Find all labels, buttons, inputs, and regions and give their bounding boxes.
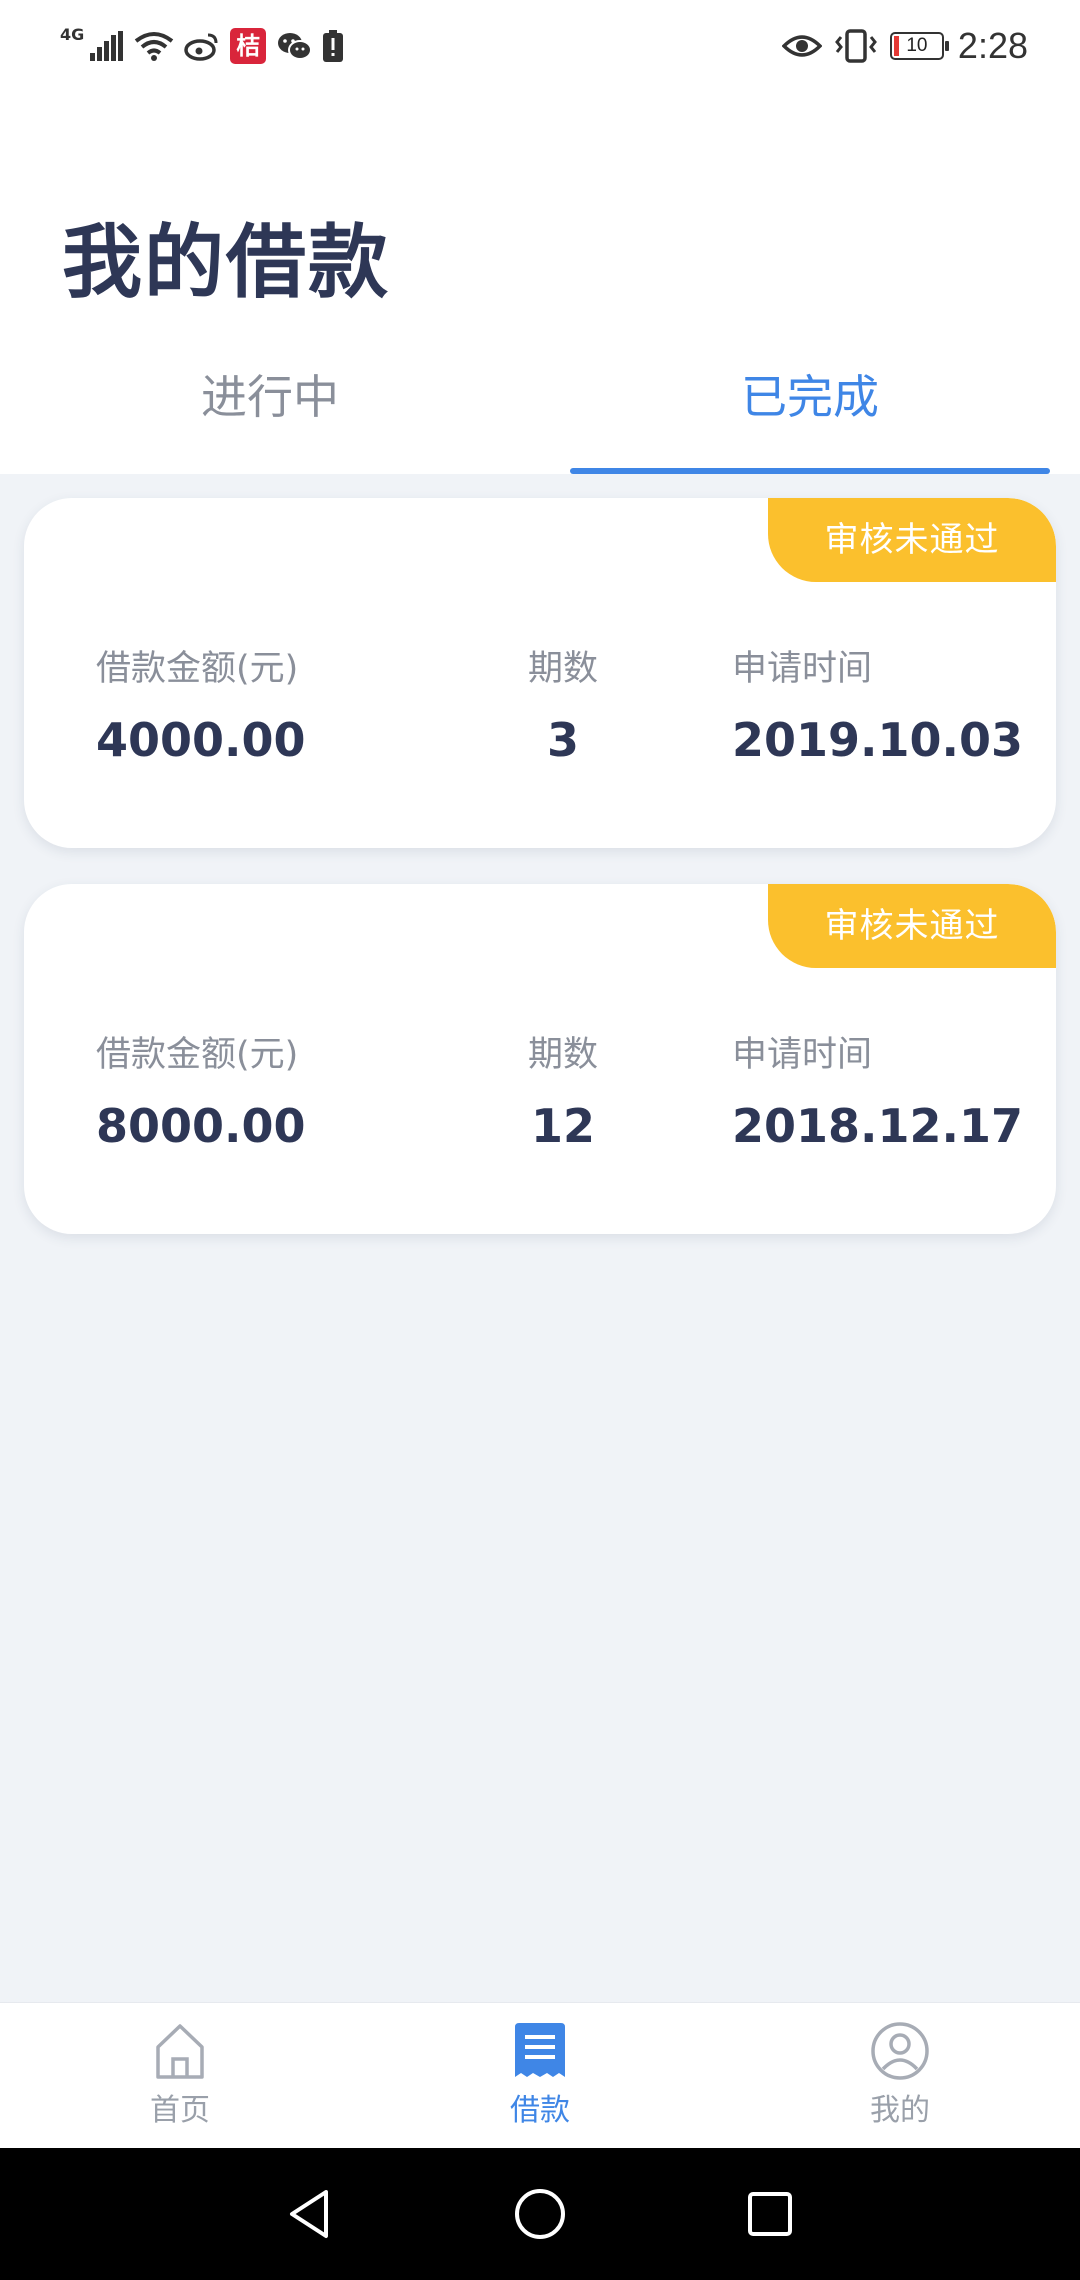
nav-label-mine: 我的 (870, 2093, 930, 2128)
status-badge: 审核未通过 (768, 498, 1056, 582)
loan-periods-label: 期数 (527, 1035, 598, 1075)
battery-level: 10 (906, 35, 928, 56)
status-bar-left: 4G 桔 (60, 22, 344, 70)
recent-apps-icon[interactable] (742, 2186, 798, 2242)
battery-alert-icon (322, 24, 344, 68)
wifi-icon (134, 24, 174, 68)
tab-active-indicator (570, 468, 1050, 474)
loan-periods-value: 3 (546, 713, 579, 767)
loan-date-label: 申请时间 (732, 649, 873, 689)
nav-item-home[interactable]: 首页 (80, 2003, 280, 2149)
loan-icon (515, 2023, 565, 2077)
loan-date-label: 申请时间 (732, 1035, 873, 1075)
bottom-nav: 首页 借款 我的 (0, 2002, 1080, 2148)
loan-date-field: 申请时间 2018.12.17 (732, 1026, 1023, 1153)
user-icon (871, 2022, 929, 2080)
home-circle-icon[interactable] (512, 2186, 568, 2242)
app-badge-icon: 桔 (230, 24, 267, 68)
eye-icon (781, 24, 822, 68)
loan-periods-label: 期数 (527, 649, 598, 689)
loan-amount-value: 8000.00 (96, 1099, 306, 1153)
loan-card[interactable]: 审核未通过 借款金额(元) 4000.00 期数 3 申请时间 2019.10.… (24, 498, 1056, 848)
loan-card[interactable]: 审核未通过 借款金额(元) 8000.00 期数 12 申请时间 2018.12… (24, 884, 1056, 1234)
loan-periods-field: 期数 12 (480, 1026, 646, 1153)
clock: 2:28 (957, 25, 1028, 66)
nav-item-loan[interactable]: 借款 (440, 2003, 640, 2149)
loan-amount-label: 借款金额(元) (96, 1035, 299, 1075)
loan-date-value: 2019.10.03 (732, 713, 1024, 767)
loan-date-value: 2018.12.17 (732, 1099, 1024, 1153)
nav-label-home: 首页 (150, 2093, 210, 2128)
page-title: 我的借款 (62, 216, 390, 309)
vibrate-icon (834, 24, 878, 68)
status-bar: 4G 桔 10 2:28 (0, 0, 1080, 92)
tab-bar: 进行中 已完成 (0, 332, 1080, 474)
system-nav-bar (0, 2148, 1080, 2280)
home-icon (156, 2024, 204, 2079)
nav-item-mine[interactable]: 我的 (800, 2003, 1000, 2149)
loan-amount-field: 借款金额(元) 4000.00 (96, 640, 306, 767)
status-bar-right: 10 2:28 (781, 22, 1028, 70)
loan-periods-value: 12 (530, 1099, 595, 1153)
back-icon[interactable] (282, 2186, 338, 2242)
loan-periods-field: 期数 3 (480, 640, 646, 767)
header: 我的借款 进行中 已完成 (0, 92, 1080, 474)
signal-icon (90, 24, 124, 68)
wechat-icon (276, 24, 313, 68)
loan-amount-field: 借款金额(元) 8000.00 (96, 1026, 306, 1153)
status-badge: 审核未通过 (768, 884, 1056, 968)
loan-date-field: 申请时间 2019.10.03 (732, 640, 1023, 767)
weibo-icon (184, 24, 220, 68)
loan-amount-label: 借款金额(元) (96, 649, 299, 689)
network-type: 4G (60, 24, 85, 44)
tab-completed[interactable]: 已完成 (540, 332, 1080, 474)
loan-amount-value: 4000.00 (96, 713, 306, 767)
nav-label-loan: 借款 (510, 2093, 570, 2128)
battery-icon: 10 (889, 24, 949, 68)
tab-in-progress[interactable]: 进行中 (0, 332, 540, 474)
